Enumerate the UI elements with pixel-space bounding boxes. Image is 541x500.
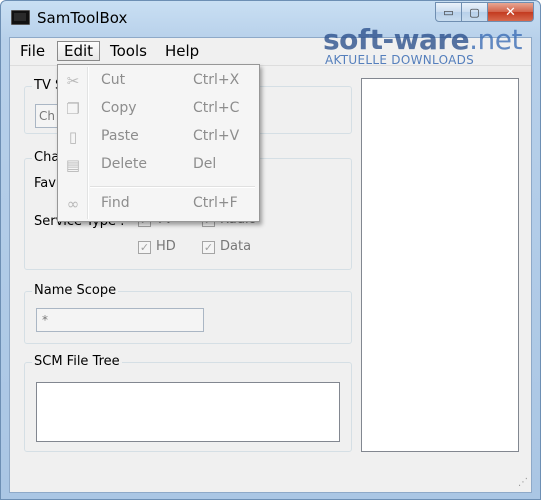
edit-dropdown-menu: ✂ Cut Ctrl+X ❐ Copy Ctrl+C ▯ Paste Ctrl+…: [57, 64, 260, 222]
caption-buttons: ▭ ▢ ✕: [435, 2, 534, 23]
menu-item-shortcut: Del: [193, 156, 217, 172]
menu-item-shortcut: Ctrl+V: [193, 128, 240, 144]
watermark-suffix: .net: [469, 23, 523, 56]
menu-item-shortcut: Ctrl+C: [193, 100, 240, 116]
menu-help[interactable]: Help: [159, 41, 205, 61]
menu-item-shortcut: Ctrl+F: [193, 195, 238, 211]
menu-item-copy[interactable]: ❐ Copy Ctrl+C: [60, 97, 257, 121]
maximize-button[interactable]: ▢: [462, 2, 488, 22]
menu-item-label: Paste: [101, 128, 139, 144]
scissors-icon: ✂: [66, 72, 80, 90]
menu-file[interactable]: File: [14, 41, 51, 61]
trash-icon: ▤: [65, 156, 81, 174]
resize-grip-icon[interactable]: ⋰: [516, 477, 528, 489]
app-window: SamToolBox ▭ ▢ ✕ File Edit Tools Help TV…: [0, 0, 541, 500]
right-list[interactable]: [361, 78, 519, 452]
favorite-label: Fav: [34, 176, 56, 191]
copy-icon: ❐: [66, 100, 80, 118]
hd-checkbox[interactable]: ✓: [138, 241, 151, 254]
menu-edit[interactable]: Edit: [57, 41, 101, 61]
hd-checkbox-label: HD: [156, 239, 176, 254]
name-scope-input[interactable]: *: [36, 308, 204, 332]
name-scope-label: Name Scope: [32, 283, 119, 298]
menu-separator: [90, 186, 255, 188]
scm-file-tree[interactable]: [36, 382, 340, 442]
menu-item-label: Find: [101, 195, 130, 211]
close-button[interactable]: ✕: [488, 2, 534, 22]
menu-item-label: Copy: [101, 100, 137, 116]
menu-item-label: Cut: [101, 72, 126, 88]
watermark-logo: soft-ware.net AKTUELLE DOWNLOADS: [323, 23, 528, 71]
data-checkbox[interactable]: ✓: [202, 241, 215, 254]
menu-item-label: Delete: [101, 156, 147, 172]
data-checkbox-label: Data: [220, 239, 252, 254]
menu-tools[interactable]: Tools: [104, 41, 153, 61]
menu-item-shortcut: Ctrl+X: [193, 72, 240, 88]
close-icon: ✕: [505, 4, 516, 20]
menu-item-delete[interactable]: ▤ Delete Del: [60, 153, 257, 177]
scm-file-tree-label: SCM File Tree: [32, 354, 122, 369]
window-title: SamToolBox: [37, 9, 128, 27]
menu-item-cut[interactable]: ✂ Cut Ctrl+X: [60, 69, 257, 93]
minimize-button[interactable]: ▭: [435, 2, 462, 22]
watermark-sub: AKTUELLE DOWNLOADS: [325, 53, 475, 67]
watermark-main: soft-ware: [323, 23, 470, 56]
minimize-icon: ▭: [443, 5, 454, 19]
maximize-icon: ▢: [469, 5, 480, 19]
menu-item-paste[interactable]: ▯ Paste Ctrl+V: [60, 125, 257, 149]
binoculars-icon: ∞: [66, 195, 80, 213]
menu-item-find[interactable]: ∞ Find Ctrl+F: [60, 192, 257, 216]
app-icon: [11, 10, 30, 25]
paste-icon: ▯: [68, 128, 78, 146]
